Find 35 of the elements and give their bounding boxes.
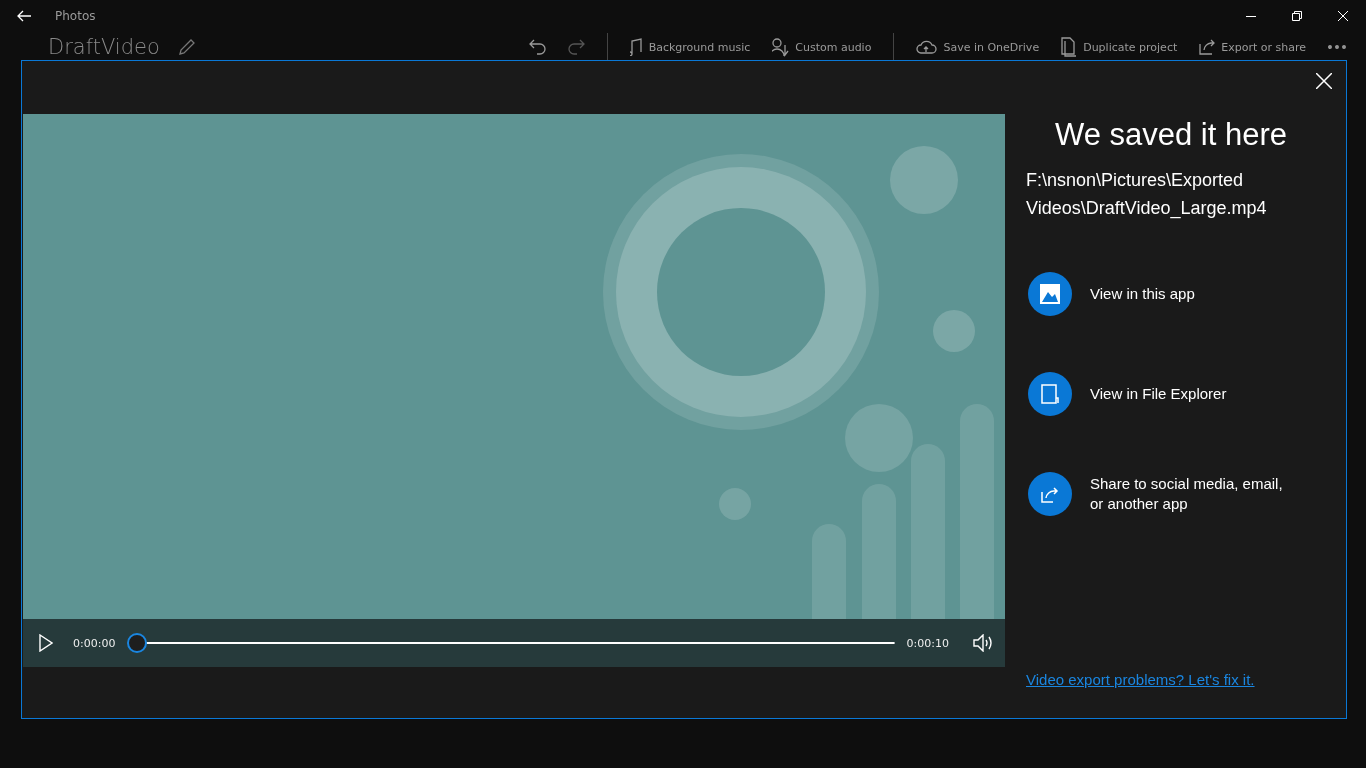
seek-thumb[interactable] <box>127 633 148 653</box>
redo-icon <box>567 39 585 55</box>
close-button[interactable] <box>1316 73 1332 89</box>
current-time: 0:00:00 <box>73 636 116 650</box>
undo-icon <box>528 39 546 55</box>
picture-icon <box>1040 284 1060 304</box>
action-button[interactable]: Share to social media, email, or another app <box>1026 472 1346 516</box>
dialog-title: We saved it here <box>1053 117 1288 153</box>
music-note-icon <box>629 38 643 56</box>
documents-icon <box>1061 37 1078 57</box>
minimize-icon <box>1246 15 1256 17</box>
tablet-icon <box>1041 384 1059 404</box>
person-audio-icon <box>772 37 790 57</box>
back-arrow-icon <box>17 10 31 22</box>
toolbar-button[interactable]: Save in OneDrive <box>908 38 1048 56</box>
toolbar-button[interactable]: Export or share <box>1191 37 1314 57</box>
share-arrow-icon <box>1199 39 1216 55</box>
help-link[interactable]: Video export problems? Let's fix it. <box>1026 671 1255 688</box>
toolbar-button[interactable]: Custom audio <box>764 35 880 59</box>
project-title: DraftVideo <box>48 35 160 59</box>
more-icon <box>1328 45 1346 49</box>
toolbar-button[interactable]: Background music <box>621 36 759 58</box>
restore-icon <box>1292 11 1302 21</box>
window-title: Photos <box>55 9 96 23</box>
volume-button[interactable] <box>973 634 995 652</box>
cloud-icon <box>916 40 938 54</box>
share-icon <box>1040 484 1060 504</box>
pencil-icon[interactable] <box>177 38 196 56</box>
toolbar-button[interactable]: Duplicate project <box>1053 35 1186 59</box>
play-button[interactable] <box>39 634 53 652</box>
duration: 0:00:10 <box>906 636 949 650</box>
close-icon <box>1338 11 1348 21</box>
file-path: F:\nsnon\Pictures\Exported Videos\DraftVideo_Large.mp4 <box>1026 169 1268 221</box>
action-button[interactable]: View in File Explorer <box>1026 372 1346 416</box>
action-button[interactable]: View in this app <box>1026 272 1346 316</box>
